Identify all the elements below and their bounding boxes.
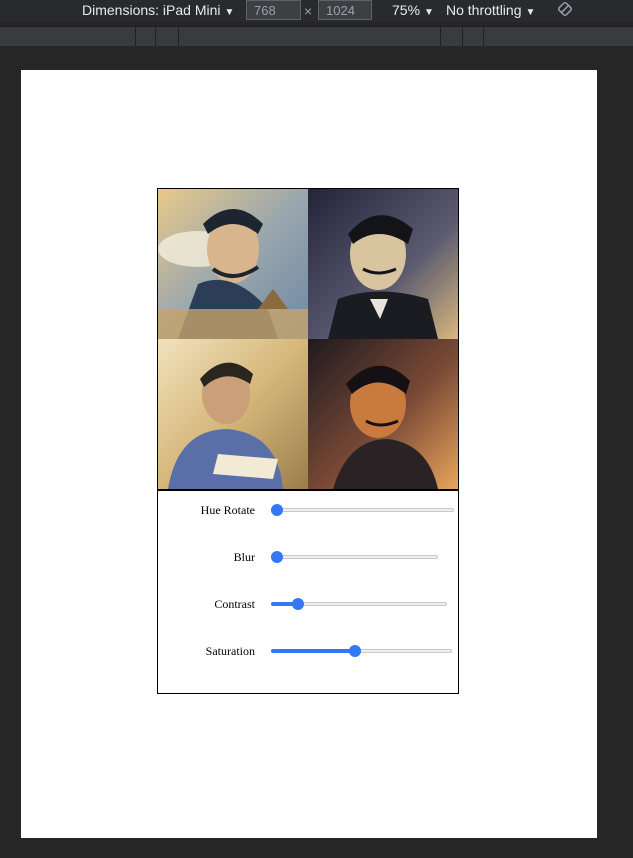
blur-label: Blur: [233, 550, 255, 564]
throttling-label: No throttling: [446, 2, 522, 18]
throttling-select[interactable]: No throttling ▼: [446, 2, 535, 18]
image-gallery: [157, 188, 459, 490]
ruler-divider: [462, 27, 463, 46]
ruler-divider: [440, 27, 441, 46]
portrait-image: [158, 339, 308, 489]
slider-track: [271, 555, 438, 559]
device-viewport: Hue Rotate Blur Contrast Saturation: [21, 70, 597, 838]
ruler-divider: [135, 27, 136, 46]
media-query-ruler: [0, 26, 633, 46]
contrast-slider[interactable]: [271, 596, 447, 612]
blur-slider[interactable]: [271, 549, 438, 565]
contrast-label: Contrast: [214, 597, 255, 611]
zoom-caret-icon: ▼: [424, 7, 434, 18]
ruler-divider: [483, 27, 484, 46]
zoom-select[interactable]: 75% ▼: [392, 2, 434, 18]
device-label: Dimensions: iPad Mini: [82, 2, 221, 18]
portrait-image: [158, 189, 308, 339]
devtools-toolbar: Dimensions: iPad Mini ▼ 768 × 1024 75% ▼ N…: [0, 0, 633, 22]
portrait-image: [308, 189, 458, 339]
slider-fill: [271, 649, 355, 653]
device-caret-icon: ▼: [224, 7, 235, 18]
zoom-label: 75%: [392, 2, 421, 18]
slider-thumb[interactable]: [348, 645, 361, 657]
throttling-caret-icon: ▼: [525, 7, 536, 18]
slider-thumb[interactable]: [271, 551, 283, 563]
slider-thumb[interactable]: [271, 504, 283, 516]
hue-rotate-slider[interactable]: [271, 502, 454, 518]
width-input[interactable]: 768: [246, 0, 301, 20]
device-select[interactable]: Dimensions: iPad Mini ▼: [82, 2, 234, 18]
times-icon: ×: [304, 3, 313, 19]
height-input[interactable]: 1024: [318, 0, 372, 20]
ruler-divider: [178, 27, 179, 46]
saturation-label: Saturation: [205, 644, 255, 658]
rotate-icon[interactable]: [557, 1, 573, 17]
slider-thumb[interactable]: [292, 598, 305, 610]
portrait-image: [308, 339, 458, 489]
hue-rotate-label: Hue Rotate: [200, 503, 255, 517]
filter-controls: Hue Rotate Blur Contrast Saturation: [157, 490, 459, 694]
ruler-divider: [155, 27, 156, 46]
slider-track: [271, 508, 454, 512]
saturation-slider[interactable]: [271, 643, 452, 659]
